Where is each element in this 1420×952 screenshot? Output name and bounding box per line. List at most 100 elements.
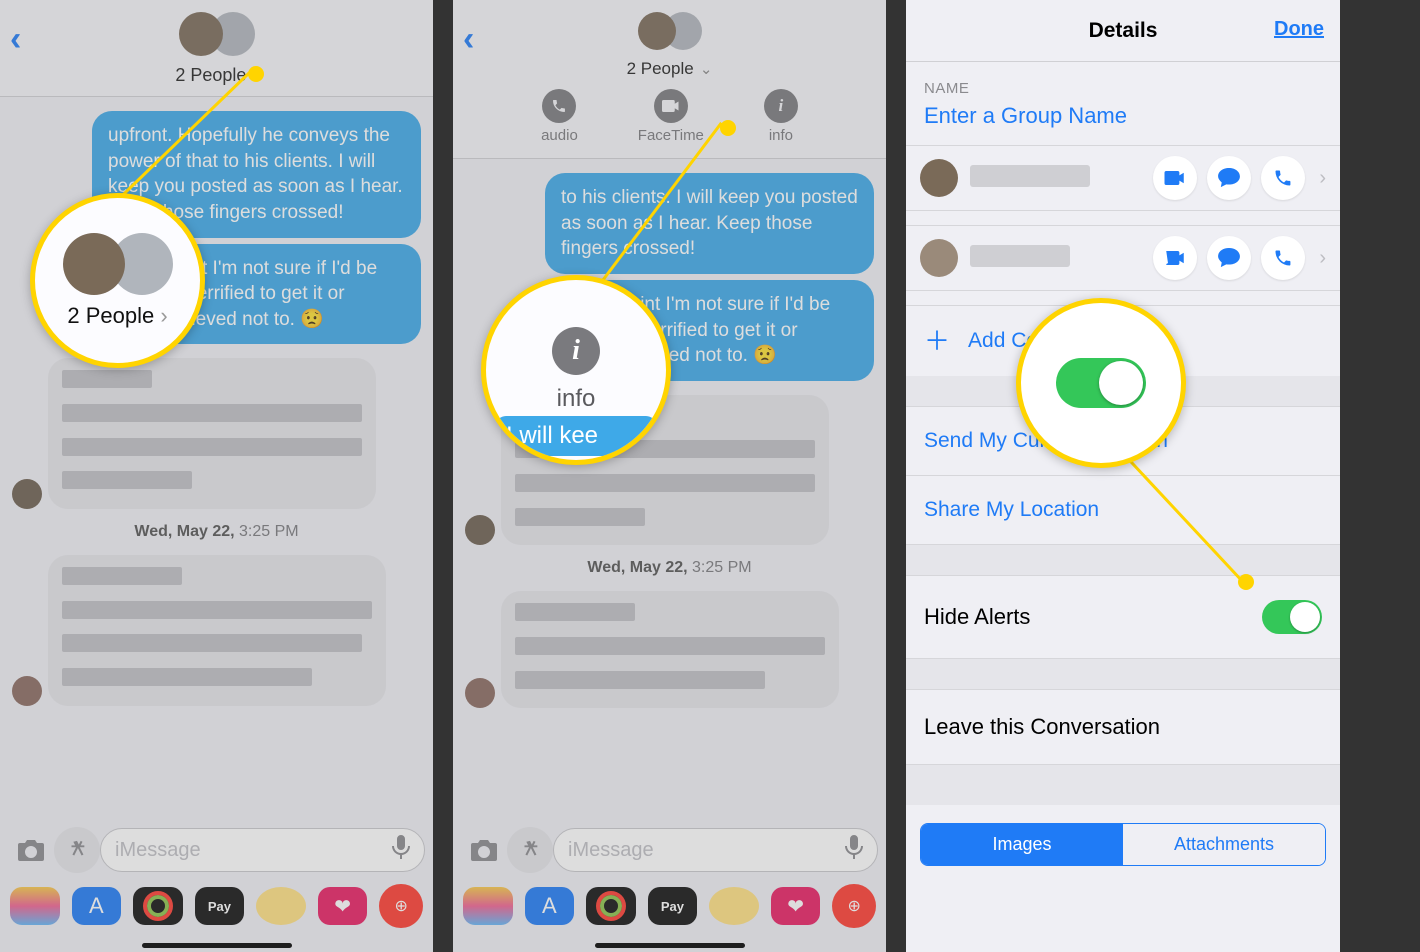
segment-images[interactable]: Images xyxy=(921,824,1123,865)
audio-button[interactable]: audio xyxy=(541,89,578,144)
video-icon xyxy=(654,89,688,123)
zoom-callout-info: i info I will kee xyxy=(481,275,671,465)
home-indicator[interactable] xyxy=(595,943,745,948)
phone-icon xyxy=(542,89,576,123)
timestamp: Wed, May 22, 3:25 PM xyxy=(12,523,421,541)
avatar xyxy=(179,12,223,56)
facetime-video-icon[interactable] xyxy=(1153,236,1197,280)
segmented-control[interactable]: Images Attachments xyxy=(920,823,1326,866)
group-avatars[interactable] xyxy=(638,12,702,50)
apple-pay-app-icon[interactable]: Pay xyxy=(648,887,698,925)
section-label-name: NAME xyxy=(906,62,1340,103)
placeholder-text: iMessage xyxy=(568,839,654,862)
appstore-app-icon[interactable]: A xyxy=(525,887,575,925)
app-shelf: A Pay ❤ ⊕ xyxy=(0,878,433,934)
appstore-app-icon[interactable]: A xyxy=(72,887,122,925)
header-actions: audio FaceTime i info xyxy=(453,89,886,144)
facetime-button[interactable]: FaceTime xyxy=(638,89,704,144)
more-app-icon[interactable]: ⊕ xyxy=(832,884,876,928)
message-input[interactable]: iMessage xyxy=(100,828,425,872)
info-icon: i xyxy=(764,89,798,123)
avatar xyxy=(465,678,495,708)
zoom-callout-people: 2 People › xyxy=(30,193,205,368)
camera-icon[interactable] xyxy=(8,827,54,873)
message-icon[interactable] xyxy=(1207,156,1251,200)
details-header: Details Done xyxy=(906,0,1340,62)
contact-row[interactable]: › xyxy=(906,225,1340,291)
memoji-app-icon[interactable] xyxy=(709,887,759,925)
avatar xyxy=(12,676,42,706)
done-button[interactable]: Done xyxy=(1274,18,1324,41)
info-icon: i xyxy=(552,327,600,375)
photos-app-icon[interactable] xyxy=(10,887,60,925)
back-button[interactable]: ‹ xyxy=(10,22,21,56)
contacts-list: › › xyxy=(906,145,1340,291)
received-row xyxy=(12,358,421,509)
microphone-icon[interactable] xyxy=(845,835,863,865)
group-name-field[interactable]: Enter a Group Name xyxy=(906,103,1340,145)
timestamp: Wed, May 22, 3:25 PM xyxy=(465,559,874,577)
memoji-app-icon[interactable] xyxy=(256,887,306,925)
avatar xyxy=(465,515,495,545)
chevron-right-icon: › xyxy=(1319,247,1326,270)
panel-details: Details Done NAME Enter a Group Name › › xyxy=(906,0,1340,952)
spacer xyxy=(906,545,1340,575)
leave-conversation-row[interactable]: Leave this Conversation xyxy=(906,689,1340,765)
highlight-dot xyxy=(1238,574,1254,590)
segment-attachments[interactable]: Attachments xyxy=(1123,824,1325,865)
facetime-video-icon[interactable] xyxy=(1153,156,1197,200)
callout-label: 2 People › xyxy=(67,303,167,329)
received-message[interactable] xyxy=(48,555,386,706)
zoom-callout-toggle xyxy=(1016,298,1186,468)
contact-name xyxy=(970,165,1153,192)
app-store-icon[interactable] xyxy=(54,827,100,873)
received-row xyxy=(465,591,874,708)
callout-label: info xyxy=(557,385,596,413)
received-message[interactable] xyxy=(501,591,839,708)
photos-app-icon[interactable] xyxy=(463,887,513,925)
panel-messages-1: ‹ 2 People › upfront. Hopefully he conve… xyxy=(0,0,433,952)
share-location-row[interactable]: Share My Location xyxy=(906,476,1340,545)
received-message[interactable] xyxy=(48,358,376,509)
sent-message[interactable]: to his clients. I will keep you posted a… xyxy=(545,173,874,274)
leave-label: Leave this Conversation xyxy=(924,714,1160,740)
phone-icon[interactable] xyxy=(1261,156,1305,200)
fitness-app-icon[interactable] xyxy=(133,887,183,925)
hide-alerts-toggle[interactable] xyxy=(1262,600,1322,634)
message-icon[interactable] xyxy=(1207,236,1251,280)
panel-messages-2: ‹ 2 People ⌄ audio FaceTime i xyxy=(453,0,886,952)
action-label: FaceTime xyxy=(638,127,704,144)
people-count-label[interactable]: 2 People ⌄ xyxy=(453,59,886,79)
home-indicator[interactable] xyxy=(142,943,292,948)
chevron-down-icon: ⌄ xyxy=(696,61,713,78)
avatar xyxy=(920,239,958,277)
avatar xyxy=(12,479,42,509)
apple-pay-app-icon[interactable]: Pay xyxy=(195,887,245,925)
phone-icon[interactable] xyxy=(1261,236,1305,280)
contact-name xyxy=(970,245,1153,272)
action-label: info xyxy=(769,127,793,144)
compose-bar: iMessage xyxy=(453,823,886,877)
toggle-on-icon xyxy=(1056,358,1146,408)
contact-row[interactable]: › xyxy=(906,145,1340,211)
fitness-app-icon[interactable] xyxy=(586,887,636,925)
digital-touch-app-icon[interactable]: ❤ xyxy=(318,887,368,925)
received-row xyxy=(12,555,421,706)
spacer xyxy=(906,659,1340,689)
back-button[interactable]: ‹ xyxy=(463,22,474,56)
avatar xyxy=(920,159,958,197)
group-avatars[interactable] xyxy=(179,12,255,56)
app-shelf: A Pay ❤ ⊕ xyxy=(453,878,886,934)
app-store-icon[interactable] xyxy=(507,827,553,873)
people-count-label[interactable]: 2 People › xyxy=(0,65,433,86)
camera-icon[interactable] xyxy=(461,827,507,873)
spacer xyxy=(906,765,1340,805)
more-app-icon[interactable]: ⊕ xyxy=(379,884,423,928)
message-input[interactable]: iMessage xyxy=(553,828,878,872)
messages-header: ‹ 2 People › xyxy=(0,0,433,97)
microphone-icon[interactable] xyxy=(392,835,410,865)
digital-touch-app-icon[interactable]: ❤ xyxy=(771,887,821,925)
info-button[interactable]: i info xyxy=(764,89,798,144)
highlight-dot xyxy=(248,66,264,82)
chevron-right-icon: › xyxy=(1319,167,1326,190)
